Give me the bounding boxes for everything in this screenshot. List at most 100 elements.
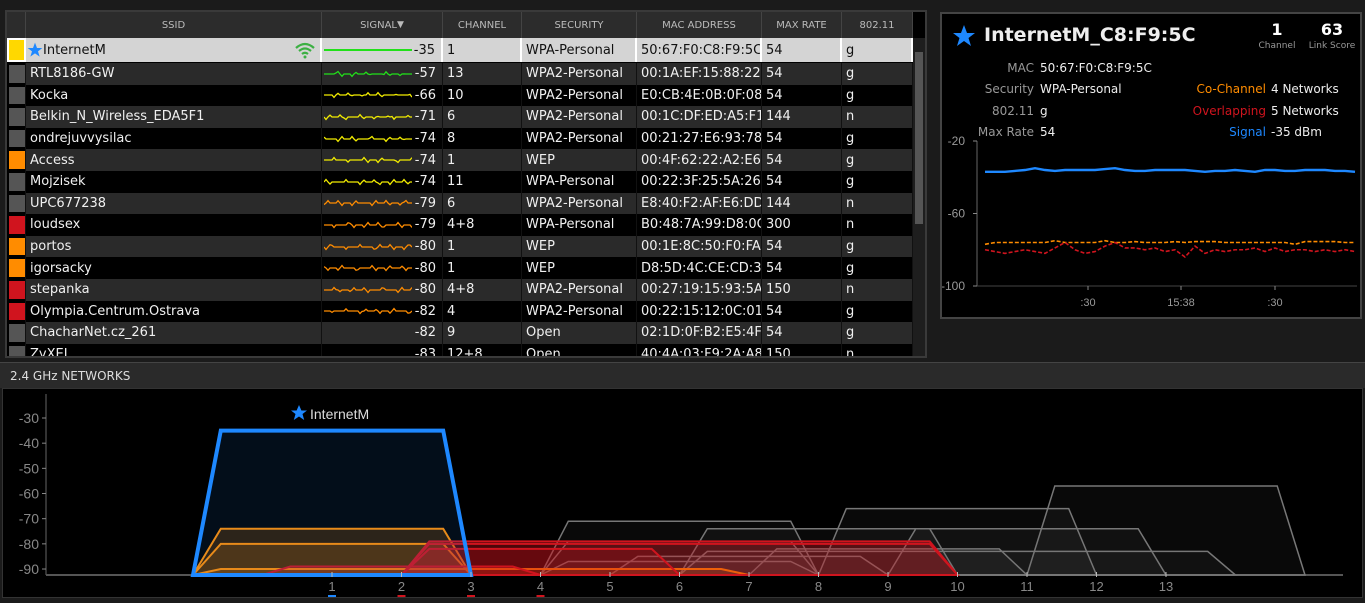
- security-text: WPA2-Personal: [526, 87, 623, 103]
- table-row[interactable]: Access -74 1 WEP 00:4F:62:22:A2:E6 54 g: [7, 149, 913, 171]
- mode-text: n: [846, 195, 855, 211]
- network-color-swatch[interactable]: [9, 216, 25, 234]
- channel-text: 10: [447, 87, 464, 103]
- channel-text: 1: [447, 260, 456, 276]
- mac-address-cell: B0:48:7A:99:D8:0C: [637, 214, 762, 236]
- table-row[interactable]: ZyXEL -83 12+8 Open 40:4A:03:F9:2A:A8 150 n: [7, 343, 913, 358]
- star-icon[interactable]: [27, 42, 43, 58]
- column-header-max-rate[interactable]: MAX RATE: [762, 12, 842, 38]
- table-row[interactable]: Kocka -66 10 WPA2-Personal E0:CB:4E:0B:0F:08…: [7, 84, 913, 107]
- security-cell: WEP: [522, 235, 637, 258]
- security-text: WPA2-Personal: [526, 109, 623, 125]
- ssid-cell: ZyXEL: [26, 343, 322, 356]
- column-header-ssid[interactable]: SSID: [26, 12, 322, 38]
- mode-cell: n: [842, 214, 913, 236]
- network-color-swatch[interactable]: [9, 281, 25, 299]
- channel-cell: 6: [443, 192, 522, 215]
- network-color-swatch[interactable]: [9, 108, 25, 126]
- ssid-text: stepanka: [30, 282, 90, 298]
- table-row[interactable]: portos -80 1 WEP 00:1E:8C:50:F0:FA 54 g: [7, 235, 913, 258]
- mac-address-cell: 00:1A:EF:15:88:22: [637, 63, 762, 85]
- table-scrollbar[interactable]: [913, 38, 925, 356]
- signal-text: -74: [414, 131, 436, 147]
- channel-cell: 4+8: [443, 279, 522, 301]
- table-row[interactable]: stepanka -80 4+8 WPA2-Personal 00:27:19:15:9…: [7, 279, 913, 301]
- network-color-swatch[interactable]: [9, 302, 25, 321]
- table-row[interactable]: Mojzisek -74 11 WPA-Personal 00:22:3F:25:5A:…: [7, 171, 913, 193]
- signal-cell: -82: [322, 322, 443, 344]
- network-color-swatch[interactable]: [9, 237, 25, 256]
- mac-address-text: 02:1D:0F:B2:E5:4F: [641, 325, 762, 341]
- network-color-swatch[interactable]: [9, 345, 25, 356]
- ssid-text: portos: [30, 239, 72, 255]
- max-rate-text: 54: [766, 174, 783, 190]
- signal-history-chart: -20 -60 -100:30 15:38:30: [942, 134, 1357, 309]
- network-color-swatch[interactable]: [9, 86, 25, 105]
- signal-text: -79: [414, 217, 436, 233]
- x-tick-label: 8: [815, 579, 822, 594]
- max-rate-cell: 54: [762, 63, 842, 85]
- mode-text: g: [846, 303, 855, 319]
- signal-cell: -80: [322, 235, 443, 258]
- color-cell: [7, 257, 26, 279]
- column-header-mac-address[interactable]: MAC ADDRESS: [637, 12, 762, 38]
- table-row[interactable]: igorsacky -80 1 WEP D8:5D:4C:CE:CD:3E 54 g: [7, 257, 913, 279]
- signal-sparkline: [324, 286, 412, 294]
- mac-address-cell: 00:1E:8C:50:F0:FA: [637, 235, 762, 258]
- signal-text: -80: [414, 282, 436, 298]
- network-color-swatch[interactable]: [9, 129, 25, 148]
- mac-address-cell: E0:CB:4E:0B:0F:08: [637, 84, 762, 107]
- security-cell: Open: [522, 322, 637, 344]
- ssid-cell: igorsacky: [26, 257, 322, 279]
- max-rate-cell: 54: [762, 84, 842, 107]
- mode-cell: g: [842, 127, 913, 150]
- scrollbar-thumb[interactable]: [915, 52, 923, 224]
- max-rate-text: 54: [766, 239, 783, 255]
- max-rate-cell: 300: [762, 214, 842, 236]
- network-color-swatch[interactable]: [9, 324, 25, 342]
- column-header-signal[interactable]: SIGNAL ▼: [322, 12, 443, 38]
- network-color-swatch[interactable]: [9, 65, 25, 83]
- column-header-security[interactable]: SECURITY: [522, 12, 637, 38]
- channel-graph: -30-40-50-60-70-80-901 2 3 4 5 6 7 8 9 10 11 12 13In…: [19, 394, 1343, 597]
- x-tick-label: 3: [467, 579, 474, 594]
- network-color-swatch[interactable]: [9, 151, 25, 169]
- network-color-swatch[interactable]: [9, 194, 25, 213]
- x-tick-label: 10: [950, 579, 964, 594]
- max-rate-cell: 54: [762, 149, 842, 171]
- table-row[interactable]: ChacharNet.cz_261 -82 9 Open 02:1D:0F:B2:E5:…: [7, 322, 913, 344]
- security-text: WPA2-Personal: [526, 66, 623, 82]
- network-color-swatch[interactable]: [9, 173, 25, 191]
- signal-text: -83: [414, 347, 436, 358]
- mac-address-text: E8:40:F2:AF:E6:DD: [641, 195, 762, 211]
- table-row[interactable]: Belkin_N_Wireless_EDA5F1 -71 6 WPA2-Persona…: [7, 106, 913, 128]
- table-row[interactable]: ondrejuvvysilac -74 8 WPA2-Personal 00:21:27…: [7, 127, 913, 150]
- column-header-mode[interactable]: 802.11: [842, 12, 913, 38]
- ssid-text: InternetM: [43, 42, 106, 58]
- x-tick-label: 1: [328, 579, 335, 594]
- table-row[interactable]: Olympia.Centrum.Ostrava -82 4 WPA2-Personal…: [7, 300, 913, 323]
- y-tick-label: -40: [19, 435, 39, 451]
- table-row[interactable]: InternetM -35 1 WPA-Personal 50:67:F0:C8:F9:…: [7, 38, 913, 62]
- y-tick-label: -90: [19, 561, 39, 577]
- signal-cell: -80: [322, 257, 443, 279]
- band-header: 2.4 GHz NETWORKS: [0, 362, 1365, 388]
- signal-cell: -80: [322, 279, 443, 301]
- max-rate-cell: 54: [762, 322, 842, 344]
- column-header-channel[interactable]: CHANNEL: [443, 12, 522, 38]
- max-rate-text: 54: [766, 87, 783, 103]
- table-row[interactable]: RTL8186-GW -57 13 WPA2-Personal 00:1A:EF:15:…: [7, 63, 913, 85]
- mode-text: n: [846, 347, 855, 358]
- mac-address-text: 40:4A:03:F9:2A:A8: [641, 347, 762, 358]
- color-cell: [7, 300, 26, 323]
- network-color-swatch[interactable]: [9, 259, 25, 277]
- max-rate-text: 300: [766, 217, 791, 233]
- signal-sparkline: [324, 92, 412, 99]
- x-tick-label: 13: [1159, 579, 1173, 594]
- network-color-swatch[interactable]: [9, 40, 24, 60]
- column-header-label: SECURITY: [554, 19, 604, 31]
- signal-text: -66: [414, 87, 436, 103]
- table-row[interactable]: loudsex -79 4+8 WPA-Personal B0:48:7A:99:D8:…: [7, 214, 913, 236]
- table-row[interactable]: UPC677238 -79 6 WPA2-Personal E8:40:F2:AF:E6…: [7, 192, 913, 215]
- mode-text: g: [846, 239, 855, 255]
